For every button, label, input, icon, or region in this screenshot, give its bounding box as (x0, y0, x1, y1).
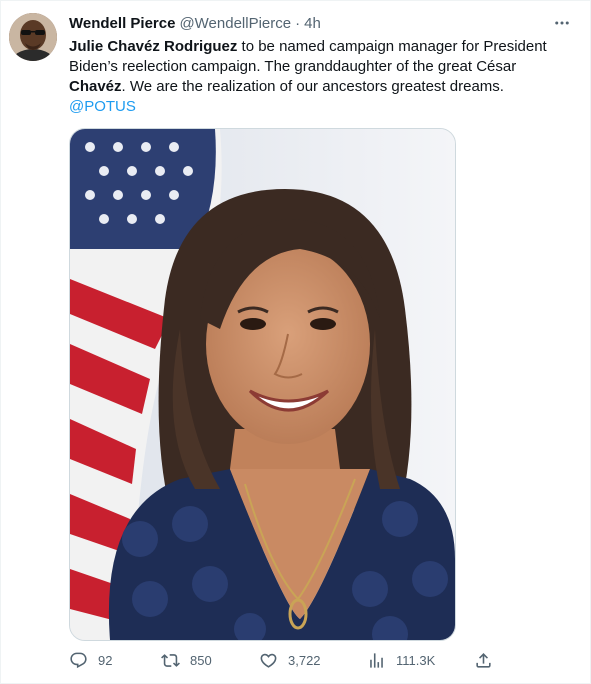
avatar[interactable] (9, 13, 57, 61)
tweet-text-line-2: Biden’s reelection campaign. The grandda… (69, 58, 517, 75)
analytics-icon (370, 653, 383, 668)
more-icon[interactable] (552, 13, 572, 33)
avatar-image (9, 13, 57, 61)
separator-dot: · (295, 14, 301, 32)
tweet-actions: 92 850 3,722 111.3K (69, 651, 499, 673)
like-button[interactable]: 3,722 (259, 651, 321, 670)
mention-link[interactable]: @POTUS (69, 97, 569, 117)
bold-name: Julie Chavéz Rodriguez (69, 38, 238, 55)
share-button[interactable] (474, 651, 493, 670)
reply-icon (70, 652, 87, 669)
text-segment: to be named campaign manager for Preside… (237, 38, 547, 55)
like-count: 3,722 (288, 653, 321, 668)
reply-count: 92 (98, 653, 113, 668)
tweet-header: Wendell Pierce @WendellPierce · 4h (69, 13, 321, 33)
retweet-icon (161, 654, 180, 667)
tweet-text: Julie Chavéz Rodriguez to be named campa… (69, 37, 569, 117)
retweet-count: 850 (190, 653, 212, 668)
views-count: 111.3K (396, 653, 436, 668)
tweet-image[interactable] (69, 128, 456, 641)
reply-button[interactable]: 92 (69, 651, 112, 670)
text-segment: . We are the realization of our ancestor… (121, 78, 504, 95)
share-icon (476, 653, 491, 668)
tweet-text-line-3: Chavéz. We are the realization of our an… (69, 77, 569, 97)
tweet-text-line-1: Julie Chavéz Rodriguez to be named campa… (69, 37, 569, 57)
retweet-button[interactable]: 850 (161, 651, 212, 670)
display-name[interactable]: Wendell Pierce (69, 15, 175, 32)
tweet-card[interactable]: Wendell Pierce @WendellPierce · 4h Julie… (0, 0, 591, 684)
timestamp[interactable]: 4h (304, 15, 321, 32)
user-handle[interactable]: @WendellPierce (179, 15, 291, 32)
views-button[interactable]: 111.3K (367, 651, 435, 670)
portrait-photo (70, 129, 455, 640)
bold-surname: Chavéz (69, 78, 122, 95)
heart-icon (260, 653, 277, 668)
